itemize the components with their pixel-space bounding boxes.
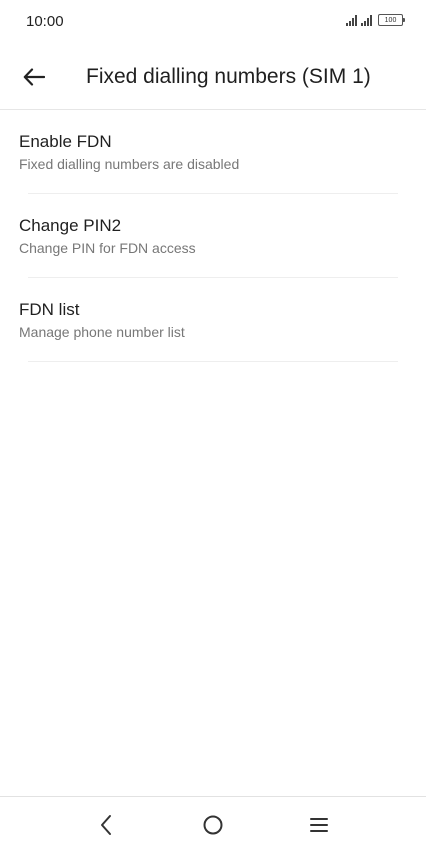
item-subtitle: Manage phone number list: [19, 324, 185, 340]
status-time: 10:00: [26, 13, 64, 30]
battery-level: 100: [384, 16, 397, 24]
divider: [28, 361, 398, 362]
back-button[interactable]: [14, 57, 54, 97]
battery-icon: 100: [378, 14, 405, 26]
app-bar: Fixed dialling numbers (SIM 1): [0, 44, 426, 110]
settings-item-enable-fdn[interactable]: Enable FDN Fixed dialling numbers are di…: [0, 110, 426, 194]
navigation-bar: [0, 796, 426, 852]
status-bar: 10:00 100: [0, 0, 426, 44]
item-title: Enable FDN: [19, 132, 112, 151]
nav-home-button[interactable]: [195, 807, 231, 843]
chevron-left-icon: [101, 815, 111, 835]
item-subtitle: Fixed dialling numbers are disabled: [19, 156, 240, 172]
circle-home-icon: [203, 815, 223, 835]
settings-list: Enable FDN Fixed dialling numbers are di…: [0, 110, 426, 362]
settings-item-change-pin2[interactable]: Change PIN2 Change PIN for FDN access: [0, 194, 426, 278]
status-icons: 100: [346, 14, 405, 26]
item-title: Change PIN2: [19, 216, 122, 235]
item-subtitle: Change PIN for FDN access: [19, 240, 196, 256]
page-title: Fixed dialling numbers (SIM 1): [86, 65, 371, 88]
signal-icon: [361, 14, 372, 26]
nav-recents-button[interactable]: [301, 807, 337, 843]
signal-icon: [346, 14, 357, 26]
item-title: FDN list: [19, 300, 80, 319]
arrow-left-icon: [23, 68, 45, 86]
settings-item-fdn-list[interactable]: FDN list Manage phone number list: [0, 278, 426, 362]
menu-lines-icon: [310, 818, 328, 832]
nav-back-button[interactable]: [88, 807, 124, 843]
